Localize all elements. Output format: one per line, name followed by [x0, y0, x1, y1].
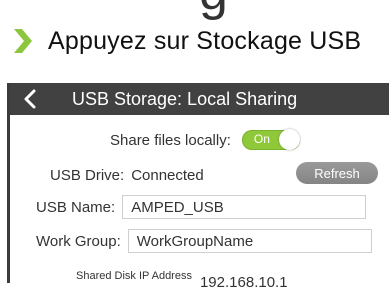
work-group-row: Work Group: WorkGroupName: [36, 228, 372, 254]
work-group-label: Work Group:: [36, 232, 121, 250]
instruction-text: Appuyez sur Stockage USB: [48, 26, 362, 55]
title-bar: USB Storage: Local Sharing: [10, 83, 389, 115]
usb-drive-label: USB Drive:: [50, 166, 125, 184]
shared-ip-value: 192.168.10.1: [199, 273, 288, 291]
screen-title: USB Storage: Local Sharing: [72, 88, 298, 109]
usb-name-label: USB Name:: [36, 198, 116, 216]
heading-fragment: g: [199, 0, 228, 18]
share-files-row: Share files locally: On: [110, 128, 300, 152]
share-files-toggle[interactable]: On: [241, 129, 300, 150]
instruction-line: Appuyez sur Stockage USB: [12, 23, 361, 59]
chevron-right-icon: [14, 29, 32, 53]
usb-name-field[interactable]: AMPED_USB: [122, 195, 367, 219]
work-group-field[interactable]: WorkGroupName: [127, 229, 372, 253]
usb-drive-row: USB Drive: Connected: [50, 163, 204, 187]
usb-name-row: USB Name: AMPED_USB: [36, 194, 367, 220]
chevron-left-icon: [24, 89, 36, 109]
shared-ip-label: Shared Disk IP Address: [76, 270, 192, 282]
toggle-state-label: On: [253, 132, 270, 146]
back-button[interactable]: [10, 83, 50, 115]
usb-drive-status: Connected: [131, 166, 204, 184]
share-files-label: Share files locally:: [110, 131, 231, 149]
toggle-knob: [278, 129, 300, 150]
shared-ip-row: Shared Disk IP Address 192.168.10.1: [76, 266, 288, 291]
refresh-button[interactable]: Refresh: [296, 162, 378, 184]
device-screen: USB Storage: Local Sharing Share files l…: [7, 83, 389, 291]
